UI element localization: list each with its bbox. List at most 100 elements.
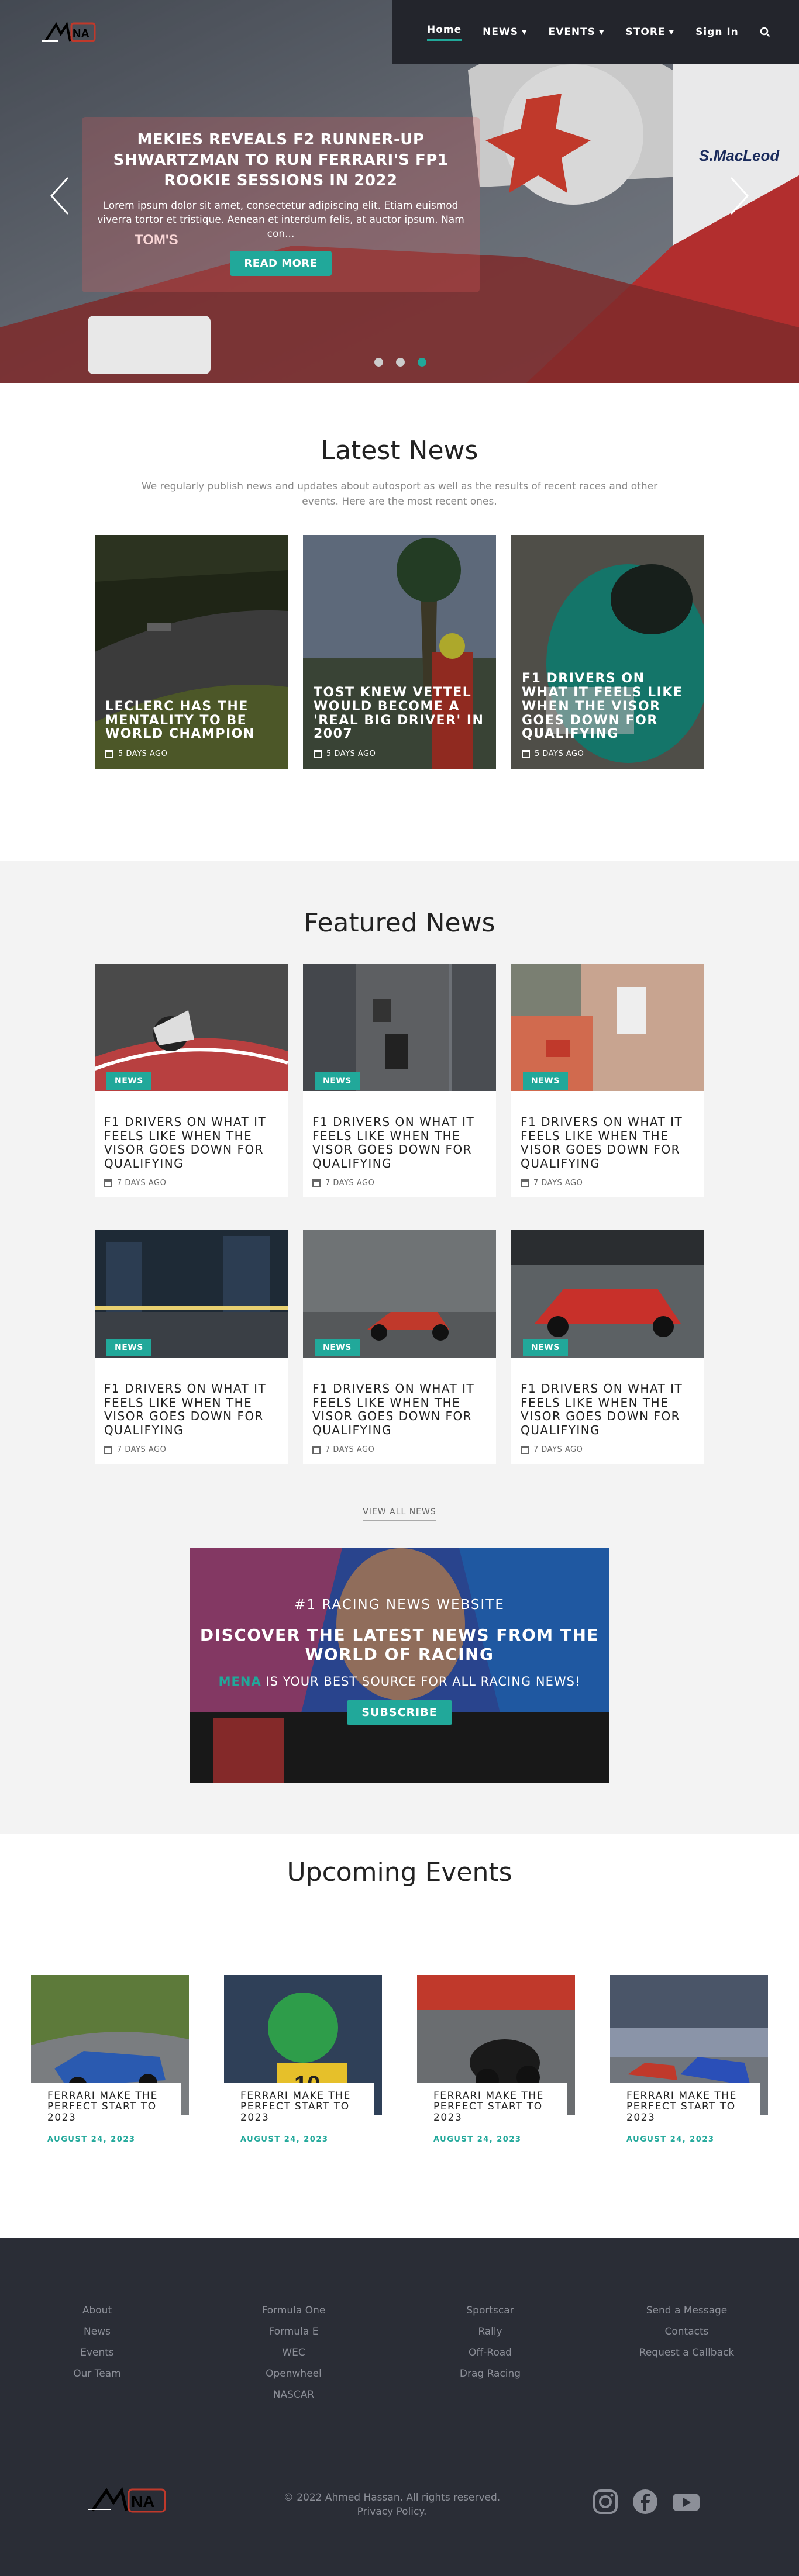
footer-link[interactable]: Rally: [414, 2321, 566, 2342]
news-title: TOST KNEW VETTEL WOULD BECOME A 'REAL BI…: [314, 685, 484, 742]
featured-news-card[interactable]: NEWS F1 DRIVERS ON WHAT IT FEELS LIKE WH…: [95, 1230, 288, 1464]
footer-link[interactable]: Off-Road: [414, 2342, 566, 2363]
footer-column-company: About News Events Our Team: [21, 2300, 173, 2384]
arrow-left-icon[interactable]: [48, 175, 71, 216]
footer-link[interactable]: Send a Message: [611, 2300, 763, 2321]
footer-link[interactable]: Request a Callback: [611, 2342, 763, 2363]
news-badge: NEWS: [106, 1339, 151, 1356]
news-image: NEWS: [303, 1230, 496, 1358]
event-title: FERRARI MAKE THE PERFECT START TO 2023: [224, 2083, 374, 2129]
slider-dot-active[interactable]: [418, 358, 426, 367]
event-card[interactable]: 10 FERRARI MAKE THE PERFECT START TO 202…: [224, 1975, 382, 2144]
subscribe-banner: #1 RACING NEWS WEBSITE DISCOVER THE LATE…: [190, 1548, 609, 1783]
event-date: AUGUST 24, 2023: [626, 2135, 715, 2144]
news-title: F1 DRIVERS ON WHAT IT FEELS LIKE WHEN TH…: [522, 671, 683, 742]
news-date: 5 DAYS AGO: [118, 750, 168, 758]
calendar-icon: [312, 1179, 321, 1187]
featured-news-card[interactable]: NEWS F1 DRIVERS ON WHAT IT FEELS LIKE WH…: [303, 964, 496, 1197]
footer-column-series: Formula One Formula E WEC Openwheel NASC…: [218, 2300, 370, 2405]
news-badge: NEWS: [315, 1072, 360, 1090]
footer-logo[interactable]: NA: [88, 2484, 175, 2521]
featured-news-card[interactable]: NEWS F1 DRIVERS ON WHAT IT FEELS LIKE WH…: [94, 964, 288, 1197]
chevron-down-icon: ▾: [522, 26, 528, 38]
news-badge: NEWS: [523, 1072, 568, 1090]
news-date: 7 DAYS AGO: [533, 1445, 583, 1455]
footer-link[interactable]: Formula E: [218, 2321, 370, 2342]
footer-link[interactable]: NASCAR: [218, 2384, 370, 2405]
calendar-icon: [105, 750, 113, 758]
nav-news-label: NEWS: [483, 26, 518, 38]
nav-home[interactable]: Home: [427, 24, 462, 41]
calendar-icon: [522, 750, 530, 758]
event-title: FERRARI MAKE THE PERFECT START TO 2023: [417, 2083, 567, 2129]
facebook-icon[interactable]: [632, 2488, 659, 2518]
site-logo[interactable]: NA: [41, 18, 99, 47]
event-card[interactable]: FERRARI MAKE THE PERFECT START TO 2023 A…: [417, 1975, 575, 2144]
event-card[interactable]: FERRARI MAKE THE PERFECT START TO 2023 A…: [31, 1975, 189, 2144]
footer-link[interactable]: Openwheel: [218, 2363, 370, 2384]
privacy-policy-link[interactable]: Privacy Policy.: [275, 2505, 509, 2519]
hero-title: MEKIES REVEALS F2 RUNNER-UP SHWARTZMAN T…: [113, 131, 449, 190]
featured-news-card[interactable]: NEWS F1 DRIVERS ON WHAT IT FEELS LIKE WH…: [511, 1230, 704, 1464]
news-image: NEWS: [511, 964, 704, 1091]
news-date: 5 DAYS AGO: [535, 750, 584, 758]
nav-events[interactable]: EVENTS ▾: [549, 26, 605, 38]
slider-dot[interactable]: [374, 358, 383, 367]
news-date: 7 DAYS AGO: [325, 1445, 375, 1455]
latest-news-card[interactable]: LECLERC HAS THE MENTALITY TO BE WORLD CH…: [95, 535, 288, 769]
footer-link[interactable]: About: [21, 2300, 173, 2321]
search-icon[interactable]: [760, 27, 770, 37]
nav-store[interactable]: STORE ▾: [626, 26, 675, 38]
footer-link[interactable]: Drag Racing: [414, 2363, 566, 2384]
news-title: F1 DRIVERS ON WHAT IT FEELS LIKE WHEN TH…: [312, 1382, 475, 1437]
nav-sign-in[interactable]: Sign In: [695, 26, 739, 38]
youtube-icon[interactable]: [671, 2488, 701, 2518]
footer-link[interactable]: Sportscar: [414, 2300, 566, 2321]
read-more-button[interactable]: READ MORE: [230, 250, 332, 276]
footer-link[interactable]: WEC: [218, 2342, 370, 2363]
calendar-icon: [314, 750, 322, 758]
view-all-news-link[interactable]: VIEW ALL NEWS: [363, 1507, 436, 1521]
footer-bottom: NA © 2022 Ahmed Hassan. All rights reser…: [0, 2484, 799, 2530]
hero-text: Lorem ipsum dolor sit amet, consectetur …: [97, 200, 464, 240]
news-title: F1 DRIVERS ON WHAT IT FEELS LIKE WHEN TH…: [312, 1115, 475, 1170]
subscribe-button[interactable]: SUBSCRIBE: [347, 1700, 452, 1725]
banner-kicker: #1 RACING NEWS WEBSITE: [294, 1597, 505, 1612]
news-image: NEWS: [303, 964, 496, 1091]
news-title: F1 DRIVERS ON WHAT IT FEELS LIKE WHEN TH…: [521, 1382, 683, 1437]
news-badge: NEWS: [106, 1072, 151, 1090]
chevron-down-icon: ▾: [669, 26, 675, 38]
event-card[interactable]: FERRARI MAKE THE PERFECT START TO 2023 A…: [610, 1975, 768, 2144]
slider-dots: [374, 358, 426, 367]
calendar-icon: [521, 1179, 529, 1187]
slider-dot[interactable]: [396, 358, 405, 367]
news-date: 7 DAYS AGO: [533, 1179, 583, 1188]
latest-news-title: Latest News: [321, 436, 478, 465]
footer-link[interactable]: Formula One: [218, 2300, 370, 2321]
footer-link[interactable]: News: [21, 2321, 173, 2342]
latest-news-card[interactable]: TOST KNEW VETTEL WOULD BECOME A 'REAL BI…: [303, 535, 496, 769]
footer-link[interactable]: Our Team: [21, 2363, 173, 2384]
calendar-icon: [104, 1179, 112, 1187]
banner-headline: DISCOVER THE LATEST NEWS FROM THE WORLD …: [199, 1625, 600, 1665]
news-date: 7 DAYS AGO: [117, 1445, 167, 1455]
banner-brand: MENA: [218, 1674, 261, 1688]
news-title: F1 DRIVERS ON WHAT IT FEELS LIKE WHEN TH…: [104, 1382, 267, 1437]
banner-image: [190, 1548, 609, 1783]
arrow-right-icon[interactable]: [728, 175, 751, 216]
news-image: NEWS: [511, 1230, 704, 1358]
footer-link[interactable]: Contacts: [611, 2321, 763, 2342]
instagram-icon[interactable]: [592, 2488, 619, 2518]
banner-tagline-text: IS YOUR BEST SOURCE FOR ALL RACING NEWS!: [261, 1674, 581, 1688]
upcoming-events-title: Upcoming Events: [287, 1857, 512, 1887]
latest-news-card[interactable]: F1 DRIVERS ON WHAT IT FEELS LIKE WHEN TH…: [511, 535, 704, 769]
news-badge: NEWS: [523, 1339, 568, 1356]
featured-news-card[interactable]: NEWS F1 DRIVERS ON WHAT IT FEELS LIKE WH…: [303, 1230, 496, 1464]
footer-column-categories: Sportscar Rally Off-Road Drag Racing: [414, 2300, 566, 2384]
footer-link[interactable]: Events: [21, 2342, 173, 2363]
featured-news-card[interactable]: NEWS F1 DRIVERS ON WHAT IT FEELS LIKE WH…: [511, 964, 704, 1197]
latest-news-section: Latest News We regularly publish news an…: [0, 383, 799, 861]
news-date: 5 DAYS AGO: [326, 750, 376, 758]
nav-news[interactable]: NEWS ▾: [483, 26, 527, 38]
hero-caption: MEKIES REVEALS F2 RUNNER-UP SHWARTZMAN T…: [82, 117, 480, 292]
